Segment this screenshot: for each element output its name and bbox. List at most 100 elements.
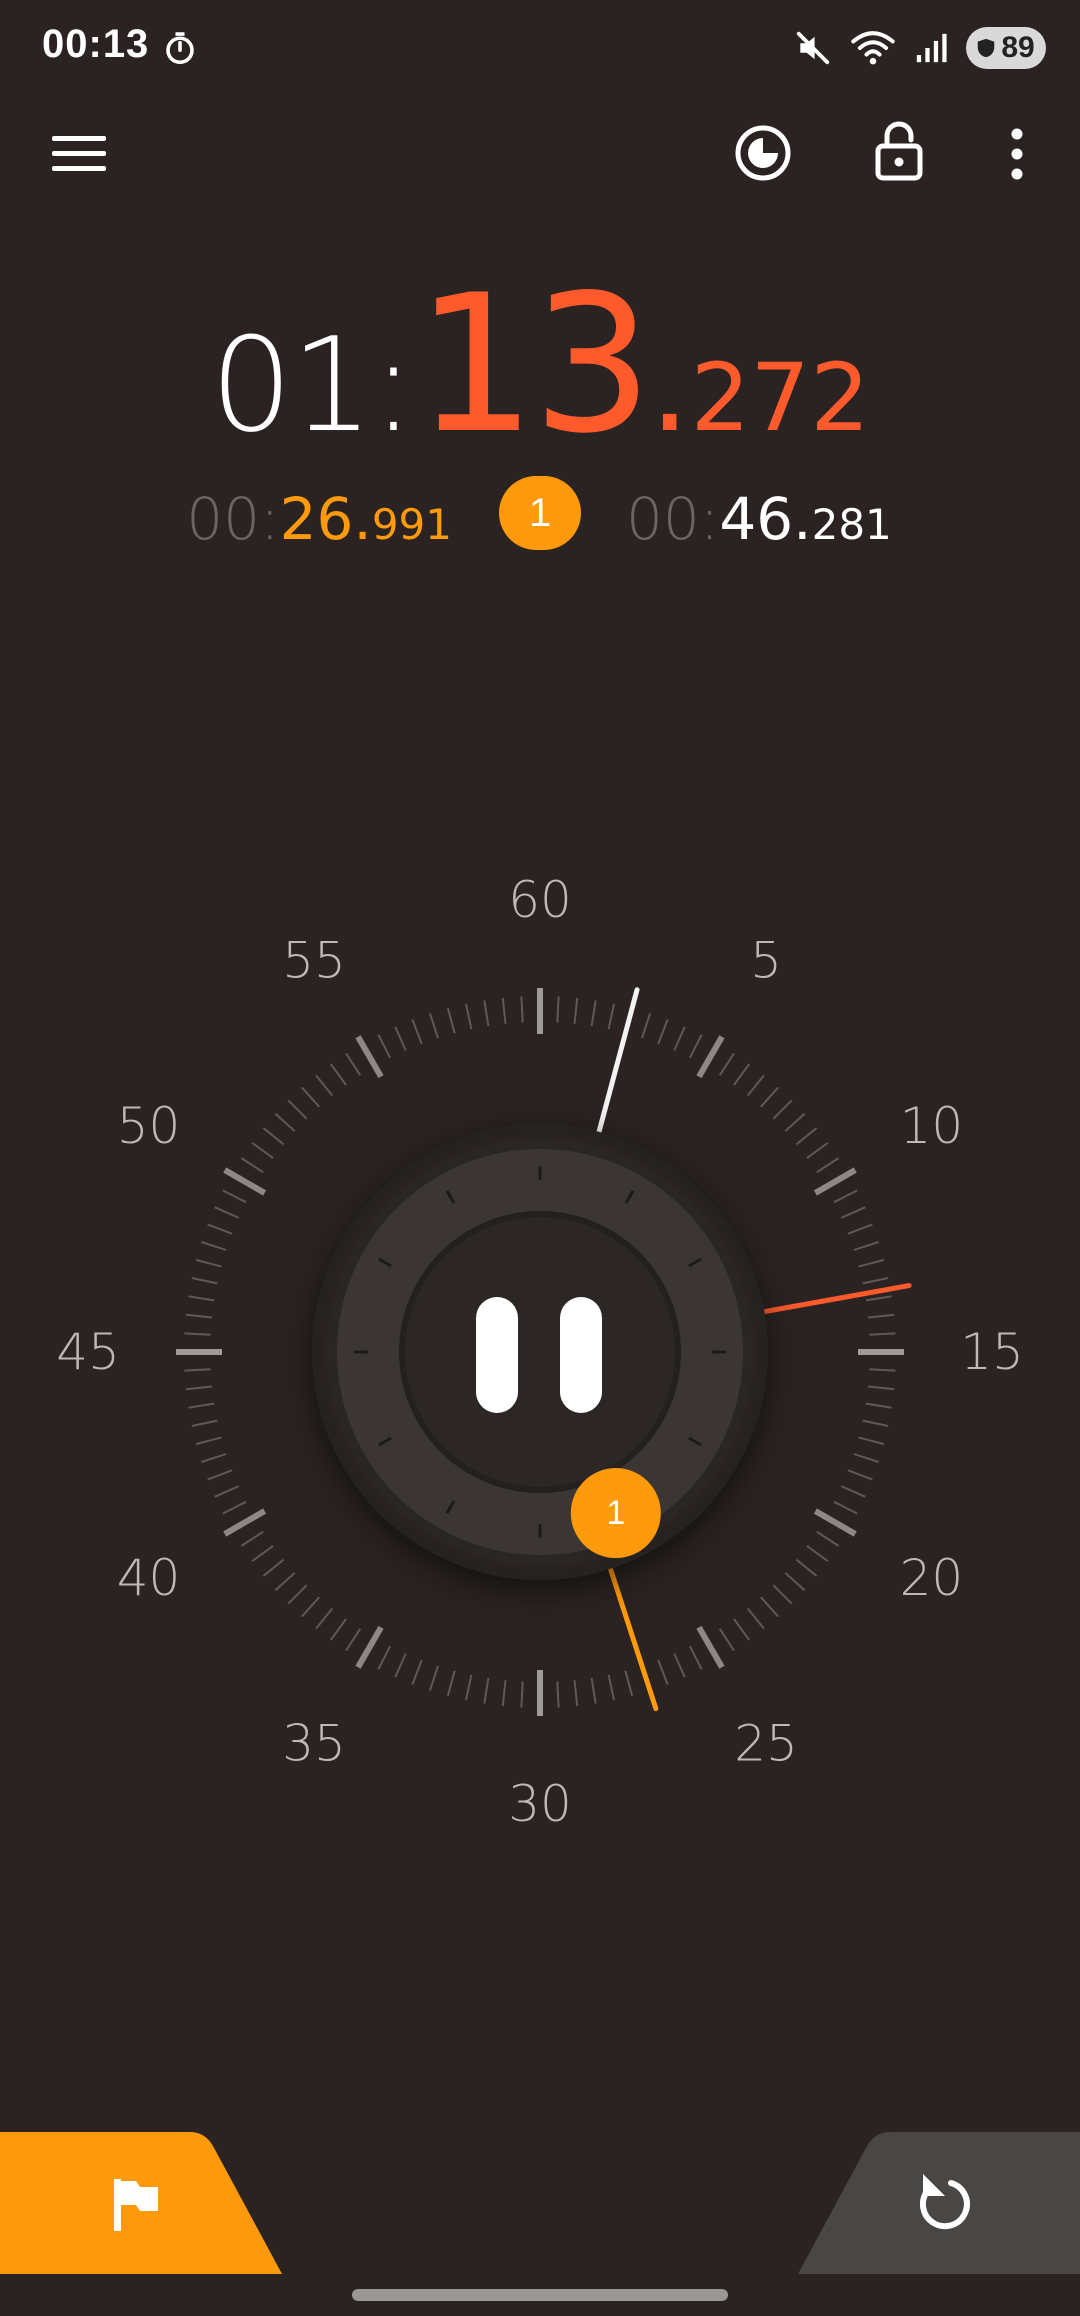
hand-needle	[749, 1283, 912, 1317]
lap-count-badge: 1	[499, 476, 581, 550]
dial-tick	[772, 1584, 793, 1605]
play-pause-knob[interactable]	[312, 1124, 768, 1580]
dial-tick	[262, 1558, 285, 1577]
dial-tick	[673, 1026, 686, 1051]
dial-label-30: 30	[508, 1775, 572, 1833]
dial-tick	[869, 1332, 896, 1336]
dial-tick	[188, 1402, 215, 1409]
dial-label-55: 55	[282, 932, 346, 990]
battery-level: 89	[1001, 31, 1035, 64]
dial-tick	[222, 1500, 247, 1515]
dial-tick	[813, 1167, 857, 1196]
hand-needle	[603, 1553, 659, 1712]
dial-label-35: 35	[282, 1714, 346, 1772]
theme-icon[interactable]	[734, 124, 792, 182]
menu-icon[interactable]	[52, 134, 106, 174]
dial-tick	[590, 1000, 597, 1027]
dial-tick	[624, 1670, 634, 1697]
battery-icon: 89	[966, 27, 1046, 69]
dial-tick	[185, 1313, 212, 1319]
dial-tick	[329, 1618, 347, 1641]
dial-tick	[262, 1127, 285, 1146]
home-indicator[interactable]	[352, 2289, 728, 2301]
dial-tick	[556, 1681, 560, 1708]
status-bar: 00:13 89	[0, 0, 1080, 96]
dial-tick	[862, 1277, 889, 1285]
dial-tick	[673, 1653, 686, 1678]
elapsed-dot: .	[649, 309, 691, 461]
dial-tick	[795, 1558, 818, 1577]
dial-tick	[195, 1258, 222, 1268]
dial-tick	[590, 1677, 597, 1704]
dial-tick	[222, 1189, 247, 1204]
dial-tick	[607, 1674, 615, 1701]
lap-marker-label: 1	[606, 1494, 625, 1532]
dial-tick	[345, 1052, 362, 1076]
dial-tick	[841, 1206, 866, 1219]
dial-tick	[465, 1674, 473, 1701]
dial-tick	[816, 1530, 840, 1547]
dial-tick	[833, 1500, 858, 1515]
dial-tick	[733, 1063, 751, 1086]
dial-tick	[355, 1625, 384, 1669]
dial-tick	[869, 1368, 896, 1372]
dial-tick	[760, 1596, 779, 1618]
dial-tick	[806, 1141, 829, 1159]
dial-tick	[207, 1223, 233, 1235]
more-icon[interactable]	[1007, 128, 1027, 180]
dial-tick	[607, 1003, 615, 1030]
wifi-icon	[851, 31, 895, 65]
dial-label-10: 10	[900, 1097, 964, 1155]
dial-label-60: 60	[508, 871, 572, 929]
elapsed-colon: :	[371, 309, 416, 461]
signal-icon	[916, 33, 947, 63]
dial-tick	[214, 1206, 239, 1219]
dial-tick	[274, 1572, 296, 1591]
dial-tick	[641, 1013, 651, 1039]
dial-tick	[772, 1099, 793, 1120]
dial-label-50: 50	[117, 1097, 181, 1155]
dial-tick	[446, 1670, 456, 1697]
dial-tick	[573, 997, 579, 1024]
dial-tick	[847, 1469, 873, 1481]
dial-tick	[746, 1074, 765, 1097]
dial-tick	[315, 1074, 334, 1097]
lap-time-prefix: 00:	[186, 485, 280, 553]
lap-button[interactable]	[0, 2132, 282, 2274]
dial-tick	[287, 1584, 308, 1605]
current-lap-time: 00:46.281	[626, 490, 892, 548]
dial-tick	[465, 1003, 473, 1030]
dial-tick	[315, 1607, 334, 1630]
stopwatch-dial: 60 5 10 15 20 25 30 35 40 45 50 55 1	[56, 871, 1024, 1833]
dial-tick	[853, 1453, 879, 1463]
dial-label-5: 5	[750, 932, 782, 990]
dial-tick	[868, 1385, 895, 1391]
dial-tick	[847, 1223, 873, 1235]
dial-tick	[696, 1625, 725, 1669]
dial-label-25: 25	[734, 1714, 798, 1772]
dial-tick	[240, 1157, 264, 1174]
dial-tick	[191, 1277, 218, 1285]
dial-tick	[251, 1141, 274, 1159]
dial-tick	[657, 1659, 669, 1685]
elapsed-time: 01:13.272	[0, 270, 1080, 460]
dial-tick	[520, 996, 524, 1023]
mute-icon	[796, 31, 830, 65]
dial-tick	[185, 1385, 212, 1391]
reset-button[interactable]	[798, 2132, 1080, 2274]
dial-tick	[833, 1189, 858, 1204]
dial-tick	[223, 1167, 267, 1196]
dial-tick	[718, 1628, 735, 1652]
dial-tick	[718, 1052, 735, 1076]
dial-tick	[696, 1035, 725, 1079]
dial-tick	[806, 1545, 829, 1563]
dial-tick	[865, 1295, 892, 1302]
dial-tick	[329, 1063, 347, 1086]
dial-label-15: 15	[960, 1323, 1024, 1381]
status-time: 00:13	[42, 22, 150, 66]
dial-tick	[813, 1508, 857, 1537]
lock-icon[interactable]	[874, 118, 924, 182]
dial-tick	[858, 1258, 885, 1268]
dial-tick	[784, 1113, 806, 1132]
dial-tick	[195, 1436, 222, 1446]
